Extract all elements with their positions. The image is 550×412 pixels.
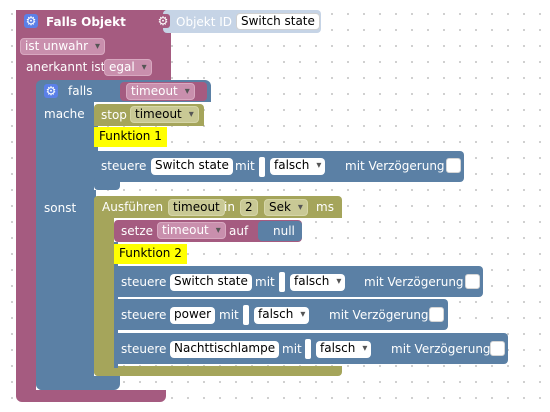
stop-var[interactable]: timeout — [130, 106, 199, 123]
condition-dropdown[interactable]: ist unwahr — [20, 38, 106, 55]
timeout-label: Ausführen — [102, 200, 164, 214]
set-null-value: null — [273, 224, 295, 238]
mache-control-delay-checkbox[interactable] — [446, 158, 461, 173]
timeout-var[interactable]: timeout — [168, 199, 225, 216]
mache-control-delay-label: mit Verzögerung — [345, 159, 445, 173]
objekt-id-label: Objekt ID — [176, 15, 233, 29]
function-2-block[interactable]: Funktion 2 — [114, 244, 187, 264]
sonst-control-3-socket — [305, 339, 311, 359]
sonst-control-3-label: steuere — [121, 342, 167, 356]
sonst-control-3-delay-checkbox[interactable] — [490, 341, 505, 356]
mache-control-value[interactable]: falsch — [270, 158, 326, 175]
sonst-control-1-socket — [279, 272, 285, 292]
mache-control-label: steuere — [101, 159, 147, 173]
sonst-control-1-mit: mit — [255, 275, 275, 289]
falls-objekt-title: Falls Objekt — [46, 15, 126, 29]
if-gear-icon[interactable]: ⚙ — [44, 84, 58, 98]
sonst-control-3-target[interactable]: Nachttischlampe — [170, 341, 280, 358]
ack-dropdown[interactable]: egal — [104, 59, 152, 76]
sonst-control-3-mit: mit — [282, 342, 302, 356]
sonst-control-1-value[interactable]: falsch — [290, 274, 346, 291]
sonst-control-2-delay-label: mit Verzögerung — [329, 308, 429, 322]
mache-tail — [94, 182, 120, 190]
sonst-control-2-socket — [243, 305, 249, 325]
timeout-in-value[interactable]: 2 — [240, 199, 258, 216]
objekt-id-gear-icon[interactable]: ⚙ — [156, 14, 170, 28]
set-label: setze — [121, 224, 154, 238]
sonst-control-1-delay-checkbox[interactable] — [465, 274, 480, 289]
timeout-unit[interactable]: Sek — [264, 199, 308, 216]
sonst-control-1-target[interactable]: Switch state — [170, 274, 252, 291]
if-condition-var[interactable]: timeout — [126, 83, 195, 100]
timeout-block-spine — [94, 196, 114, 376]
event-footer — [16, 390, 166, 402]
if-block-footer — [36, 376, 120, 390]
set-var[interactable]: timeout — [157, 222, 226, 239]
sonst-control-1-label: steuere — [121, 275, 167, 289]
if-falls-label: falls — [68, 84, 93, 98]
mache-control-mit: mit — [235, 159, 255, 173]
sonst-control-2-target[interactable]: power — [170, 307, 216, 324]
if-mache-label: mache — [44, 107, 85, 121]
timeout-block-footer — [94, 366, 342, 376]
sonst-control-2-mit: mit — [219, 308, 239, 322]
mache-control-target[interactable]: Switch state — [151, 158, 233, 175]
ack-label: anerkannt ist — [26, 60, 106, 74]
timeout-in-label: in — [224, 200, 235, 214]
sonst-control-1-delay-label: mit Verzögerung — [364, 275, 464, 289]
falls-objekt-gear-icon[interactable]: ⚙ — [24, 14, 38, 28]
sonst-control-2-delay-checkbox[interactable] — [429, 307, 444, 322]
sonst-control-2-label: steuere — [121, 308, 167, 322]
timeout-ms-label: ms — [316, 200, 334, 214]
stop-label: stop — [101, 108, 127, 122]
sonst-control-2-value[interactable]: falsch — [254, 307, 310, 324]
sonst-control-3-value[interactable]: falsch — [316, 341, 372, 358]
set-auf-label: auf — [229, 224, 249, 238]
mache-control-socket — [259, 157, 265, 177]
function-1-block[interactable]: Funktion 1 — [94, 127, 167, 147]
if-block-spine — [36, 80, 94, 390]
objekt-id-value[interactable]: Switch state — [236, 13, 320, 30]
sonst-control-3-delay-label: mit Verzögerung — [391, 342, 491, 356]
if-sonst-label: sonst — [44, 201, 77, 215]
